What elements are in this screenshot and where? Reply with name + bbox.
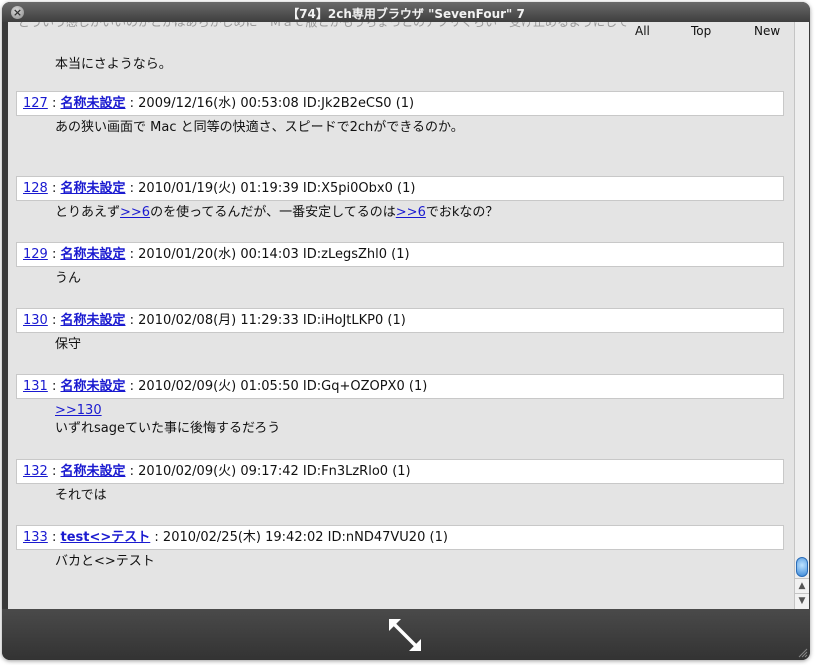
post-count: (1) [395, 96, 415, 111]
post-body-133: バカと<>テスト [55, 554, 155, 569]
post-body-129: うん [55, 271, 82, 286]
post-id: ID:iHoJtLKP0 [302, 313, 384, 328]
post-date: 2010/02/09(火) 01:05:50 [138, 379, 299, 394]
nav-all-link[interactable]: All [635, 24, 650, 38]
scroll-thumb[interactable] [796, 557, 808, 577]
post-body-132: それでは [55, 488, 107, 503]
poster-name-link[interactable]: test<>テスト [60, 530, 150, 545]
poster-name-link[interactable]: 名称未設定 [60, 181, 125, 196]
post-number-link[interactable]: 128 [23, 181, 48, 196]
post-date: 2010/01/19(火) 01:19:39 [138, 181, 299, 196]
poster-name-link[interactable]: 名称未設定 [60, 464, 125, 479]
previous-post-tail: 本当にさようなら。 [55, 57, 172, 72]
post-count: (1) [408, 379, 428, 394]
nav-top-link[interactable]: Top [691, 24, 711, 38]
browser-window: × 【74】2ch専用ブラウザ "SevenFour" 7 どういう感じがいいの… [2, 2, 810, 660]
poster-name-link[interactable]: 名称未設定 [60, 313, 125, 328]
post-header-130: 130 : 名称未設定 : 2010/02/08(月) 11:29:33 ID:… [16, 308, 784, 333]
reply-anchor-link[interactable]: >>6 [120, 205, 150, 220]
post-id: ID:Gq+OZOPX0 [302, 379, 405, 394]
post-id: ID:Fn3LzRlo0 [302, 464, 389, 479]
window-title: 【74】2ch専用ブラウザ "SevenFour" 7 [287, 7, 525, 21]
post-body-131: >>130 いずれsageていた事に後悔するだろう [55, 402, 281, 436]
post-count: (1) [387, 313, 406, 328]
scroll-down-arrow-icon[interactable]: ▼ [795, 593, 809, 609]
post-header-131: 131 : 名称未設定 : 2010/02/09(火) 01:05:50 ID:… [16, 374, 784, 399]
post-number-link[interactable]: 131 [23, 379, 48, 394]
post-body-130: 保守 [55, 337, 82, 352]
post-date: 2010/02/25(木) 19:42:02 [162, 530, 324, 545]
post-number-link[interactable]: 132 [23, 464, 48, 479]
resize-grip-icon[interactable] [796, 646, 808, 658]
post-date: 2010/01/20(水) 00:14:03 [138, 247, 299, 262]
post-number-link[interactable]: 127 [23, 96, 48, 111]
post-count: (1) [391, 247, 410, 262]
post-id: ID:X5pi0Obx0 [302, 181, 393, 196]
post-header-129: 129 : 名称未設定 : 2010/01/20(水) 00:14:03 ID:… [16, 242, 784, 267]
post-date: 2009/12/16(水) 00:53:08 [138, 96, 299, 111]
post-header-127: 127 : 名称未設定 : 2009/12/16(水) 00:53:08 ID:… [16, 91, 784, 116]
poster-name-link[interactable]: 名称未設定 [60, 96, 125, 111]
thread-view: どういう感じがいいのかとかはあらかじめに Ｍａｃ版とかもうちょっとのアプリぐらい… [8, 22, 794, 609]
reply-anchor-link[interactable]: >>6 [396, 205, 426, 220]
post-header-132: 132 : 名称未設定 : 2010/02/09(火) 09:17:42 ID:… [16, 459, 784, 484]
post-count: (1) [392, 464, 411, 479]
post-header-133: 133 : test<>テスト : 2010/02/25(木) 19:42:02… [16, 525, 784, 550]
post-id: ID:Jk2B2eCS0 [302, 96, 392, 111]
post-header-128: 128 : 名称未設定 : 2010/01/19(火) 01:19:39 ID:… [16, 176, 784, 201]
post-number-link[interactable]: 129 [23, 247, 48, 262]
post-count: (1) [397, 181, 416, 196]
post-date: 2010/02/08(月) 11:29:33 [138, 313, 299, 328]
post-date: 2010/02/09(火) 09:17:42 [138, 464, 299, 479]
title-bar[interactable]: × 【74】2ch専用ブラウザ "SevenFour" 7 [2, 2, 810, 22]
poster-name-link[interactable]: 名称未設定 [60, 247, 125, 262]
nav-new-link[interactable]: New [754, 24, 780, 38]
bottom-toolbar [2, 609, 810, 660]
post-id: ID:zLegsZhl0 [302, 247, 388, 262]
post-count: (1) [429, 530, 448, 545]
post-id: ID:nND47VU20 [327, 530, 426, 545]
post-body-127: あの狭い画面で Mac と同等の快適さ、スピードで2chができるのか。 [55, 120, 464, 135]
post-number-link[interactable]: 130 [23, 313, 48, 328]
clipped-previous-text: どういう感じがいいのかとかはあらかじめに Ｍａｃ版とかもうちょっとのアプリぐらい… [18, 22, 629, 29]
vertical-scrollbar[interactable]: ▲ ▼ [794, 22, 809, 609]
poster-name-link[interactable]: 名称未設定 [60, 379, 125, 394]
post-body-128: とりあえず>>6のを使ってるんだが、一番安定してるのは>>6でおkなの？ [55, 205, 499, 220]
scroll-up-arrow-icon[interactable]: ▲ [795, 578, 809, 594]
post-number-link[interactable]: 133 [23, 530, 48, 545]
reply-anchor-link[interactable]: >>130 [55, 402, 280, 420]
expand-arrows-icon[interactable] [387, 617, 423, 653]
